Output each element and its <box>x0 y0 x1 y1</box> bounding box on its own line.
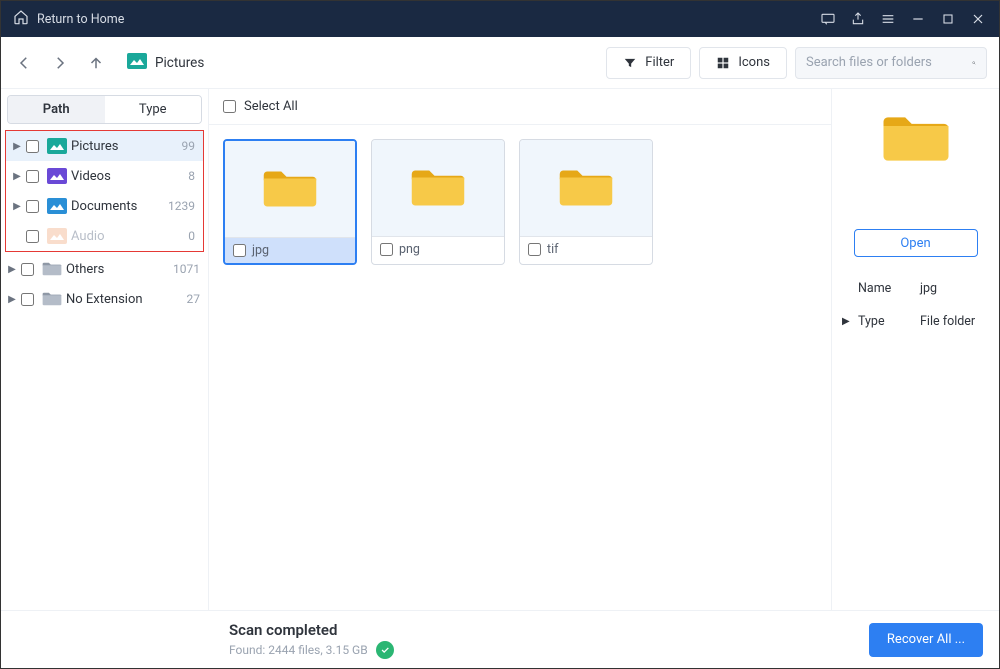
folder-thumb <box>225 141 355 237</box>
chevron-right-icon: ▶ <box>12 141 22 152</box>
preview-folder-icon <box>881 113 951 169</box>
chevron-right-icon: ▶ <box>7 294 17 305</box>
chevron-right-icon: ▶ <box>12 171 22 182</box>
open-button[interactable]: Open <box>854 229 978 257</box>
detail-key: Name <box>858 281 920 296</box>
folder-card-png[interactable]: png <box>371 139 505 265</box>
status-sub: Found: 2444 files, 3.15 GB <box>229 643 368 657</box>
folder-icon <box>42 291 62 307</box>
sidebar-item-label: Documents <box>71 199 137 214</box>
breadcrumb: Pictures <box>127 53 204 73</box>
maximize-icon[interactable] <box>933 1 963 37</box>
card-label: jpg <box>252 243 269 258</box>
sidebar-item-count: 1071 <box>173 262 200 276</box>
folder-icon <box>42 261 62 277</box>
share-icon[interactable] <box>843 1 873 37</box>
sidebar-item-count: 99 <box>182 139 196 153</box>
sidebar-item-label: No Extension <box>66 292 143 307</box>
search-icon <box>972 55 976 71</box>
sidebar-checkbox[interactable] <box>26 170 39 183</box>
sidebar-item-label: Audio <box>71 229 104 244</box>
chevron-right-icon: ▶ <box>7 264 17 275</box>
chevron-right-icon: ▶ <box>842 316 850 327</box>
chevron-right-icon: ▶ <box>12 201 22 212</box>
folder-thumb <box>520 140 652 236</box>
sidebar-item-videos[interactable]: ▶ Videos 8 <box>6 161 203 191</box>
sidebar-item-count: 0 <box>188 229 195 243</box>
search-input[interactable] <box>795 47 987 79</box>
recover-all-button[interactable]: Recover All ... <box>869 623 983 657</box>
icons-button[interactable]: Icons <box>699 47 787 79</box>
sidebar-item-label: Videos <box>71 169 111 184</box>
detail-row-type: ▶ Type File folder <box>858 314 987 329</box>
pictures-icon <box>127 53 147 73</box>
filter-button[interactable]: Filter <box>606 47 691 79</box>
home-icon[interactable] <box>13 9 29 29</box>
sidebar-item-count: 8 <box>188 169 195 183</box>
sidebar-item-pictures[interactable]: ▶ Pictures 99 <box>6 131 203 161</box>
close-icon[interactable] <box>963 1 993 37</box>
folder-thumb <box>372 140 504 236</box>
card-label: tif <box>547 242 558 257</box>
card-checkbox[interactable] <box>528 243 541 256</box>
sidebar-item-label: Others <box>66 262 104 277</box>
status-title: Scan completed <box>229 621 394 639</box>
sidebar-checkbox[interactable] <box>26 230 39 243</box>
minimize-icon[interactable] <box>903 1 933 37</box>
category-icon <box>47 228 67 244</box>
tab-path[interactable]: Path <box>8 96 105 123</box>
sidebar-item-others[interactable]: ▶ Others 1071 <box>1 254 208 284</box>
sidebar-item-label: Pictures <box>71 139 118 154</box>
return-home-link[interactable]: Return to Home <box>37 12 124 27</box>
sidebar-item-audio[interactable]: Audio 0 <box>6 221 203 251</box>
icons-label: Icons <box>738 55 770 70</box>
folder-card-tif[interactable]: tif <box>519 139 653 265</box>
select-all-label: Select All <box>244 99 298 114</box>
category-icon <box>47 198 67 214</box>
category-icon <box>47 168 67 184</box>
folder-card-jpg[interactable]: jpg <box>223 139 357 265</box>
card-checkbox[interactable] <box>233 244 246 257</box>
sidebar-item-count: 27 <box>187 292 201 306</box>
sidebar-checkbox[interactable] <box>21 293 34 306</box>
sidebar-item-count: 1239 <box>168 199 195 213</box>
back-icon[interactable] <box>15 54 33 72</box>
feedback-icon[interactable] <box>813 1 843 37</box>
card-checkbox[interactable] <box>380 243 393 256</box>
select-all-checkbox[interactable] <box>223 100 236 113</box>
sidebar-item-documents[interactable]: ▶ Documents 1239 <box>6 191 203 221</box>
detail-key: Type <box>858 314 920 329</box>
detail-row-name: Name jpg <box>858 281 987 296</box>
menu-icon[interactable] <box>873 1 903 37</box>
tab-type[interactable]: Type <box>105 96 202 123</box>
category-icon <box>47 138 67 154</box>
sidebar-checkbox[interactable] <box>26 200 39 213</box>
breadcrumb-label: Pictures <box>155 55 204 71</box>
filter-label: Filter <box>645 55 674 70</box>
sidebar-checkbox[interactable] <box>26 140 39 153</box>
detail-value: File folder <box>920 314 975 329</box>
forward-icon[interactable] <box>51 54 69 72</box>
sidebar-item-no-extension[interactable]: ▶ No Extension 27 <box>1 284 208 314</box>
up-icon[interactable] <box>87 54 105 72</box>
card-label: png <box>399 242 420 257</box>
sidebar-checkbox[interactable] <box>21 263 34 276</box>
detail-value: jpg <box>920 281 937 296</box>
check-icon <box>376 641 394 659</box>
